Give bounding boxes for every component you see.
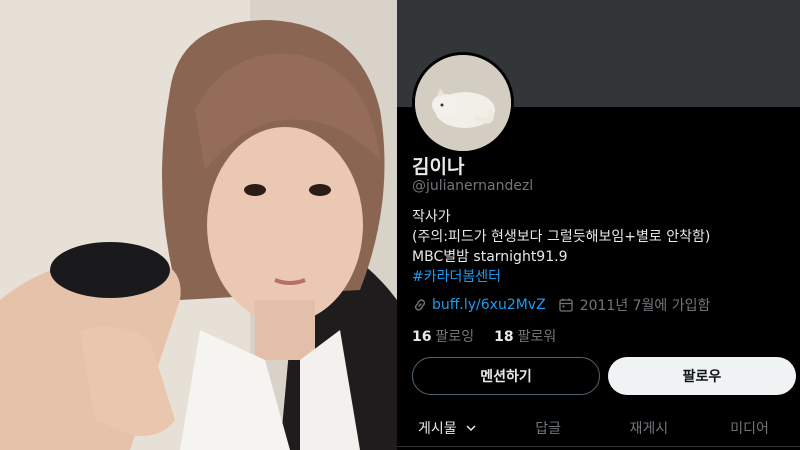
following-count: 16 xyxy=(412,329,432,345)
following-stat[interactable]: 16 팔로잉 xyxy=(412,326,474,346)
tab-media[interactable]: 미디어 xyxy=(699,405,800,450)
profile-avatar[interactable] xyxy=(412,52,514,154)
followers-stat[interactable]: 18 팔로워 xyxy=(494,326,556,346)
woman-photo-illustration xyxy=(0,0,397,450)
tab-replies[interactable]: 답글 xyxy=(498,405,599,450)
profile-photo xyxy=(0,0,397,450)
mention-button[interactable]: 멘션하기 xyxy=(412,357,600,395)
followers-label: 팔로워 xyxy=(517,329,557,345)
following-label: 팔로잉 xyxy=(435,329,475,345)
bio-line: (주의:피드가 현생보다 그럴듯해보임+별로 안착함) xyxy=(412,229,711,245)
bio-hashtag-link[interactable]: #카라더봄센터 xyxy=(412,267,710,287)
calendar-icon xyxy=(558,297,574,313)
followers-count: 18 xyxy=(494,329,514,345)
profile-joined-date: 2011년 7월에 가입함 xyxy=(579,298,711,314)
profile-panel: 김이나 @julianernandezl 작사가 (주의:피드가 현생보다 그럴… xyxy=(397,0,800,450)
link-icon xyxy=(412,297,428,313)
tabs-divider xyxy=(397,446,800,447)
bio-line: 작사가 xyxy=(412,209,451,225)
profile-website-link[interactable]: buff.ly/6xu2MvZ xyxy=(432,297,546,313)
chevron-down-icon[interactable] xyxy=(465,422,477,434)
profile-display-name: 김이나 xyxy=(412,156,465,178)
tab-label: 미디어 xyxy=(730,420,769,437)
bio-line: MBC별밤 starnight91.9 xyxy=(412,249,568,265)
tab-reposts[interactable]: 재게시 xyxy=(599,405,700,450)
tab-label: 게시물 xyxy=(418,420,457,437)
tab-label: 답글 xyxy=(535,420,561,437)
profile-handle: @julianernandezl xyxy=(412,178,534,194)
cat-avatar-image xyxy=(415,55,511,151)
profile-meta: buff.ly/6xu2MvZ 2011년 7월에 가입함 xyxy=(412,295,710,315)
follow-button[interactable]: 팔로우 xyxy=(608,357,796,395)
profile-bio: 작사가 (주의:피드가 현생보다 그럴듯해보임+별로 안착함) MBC별밤 st… xyxy=(412,207,710,287)
tab-label: 재게시 xyxy=(629,420,669,437)
profile-stats: 16 팔로잉 18 팔로워 xyxy=(412,326,576,346)
tab-posts[interactable]: 게시물 xyxy=(397,405,498,450)
profile-tabs: 게시물 답글 재게시 미디어 xyxy=(397,405,800,450)
